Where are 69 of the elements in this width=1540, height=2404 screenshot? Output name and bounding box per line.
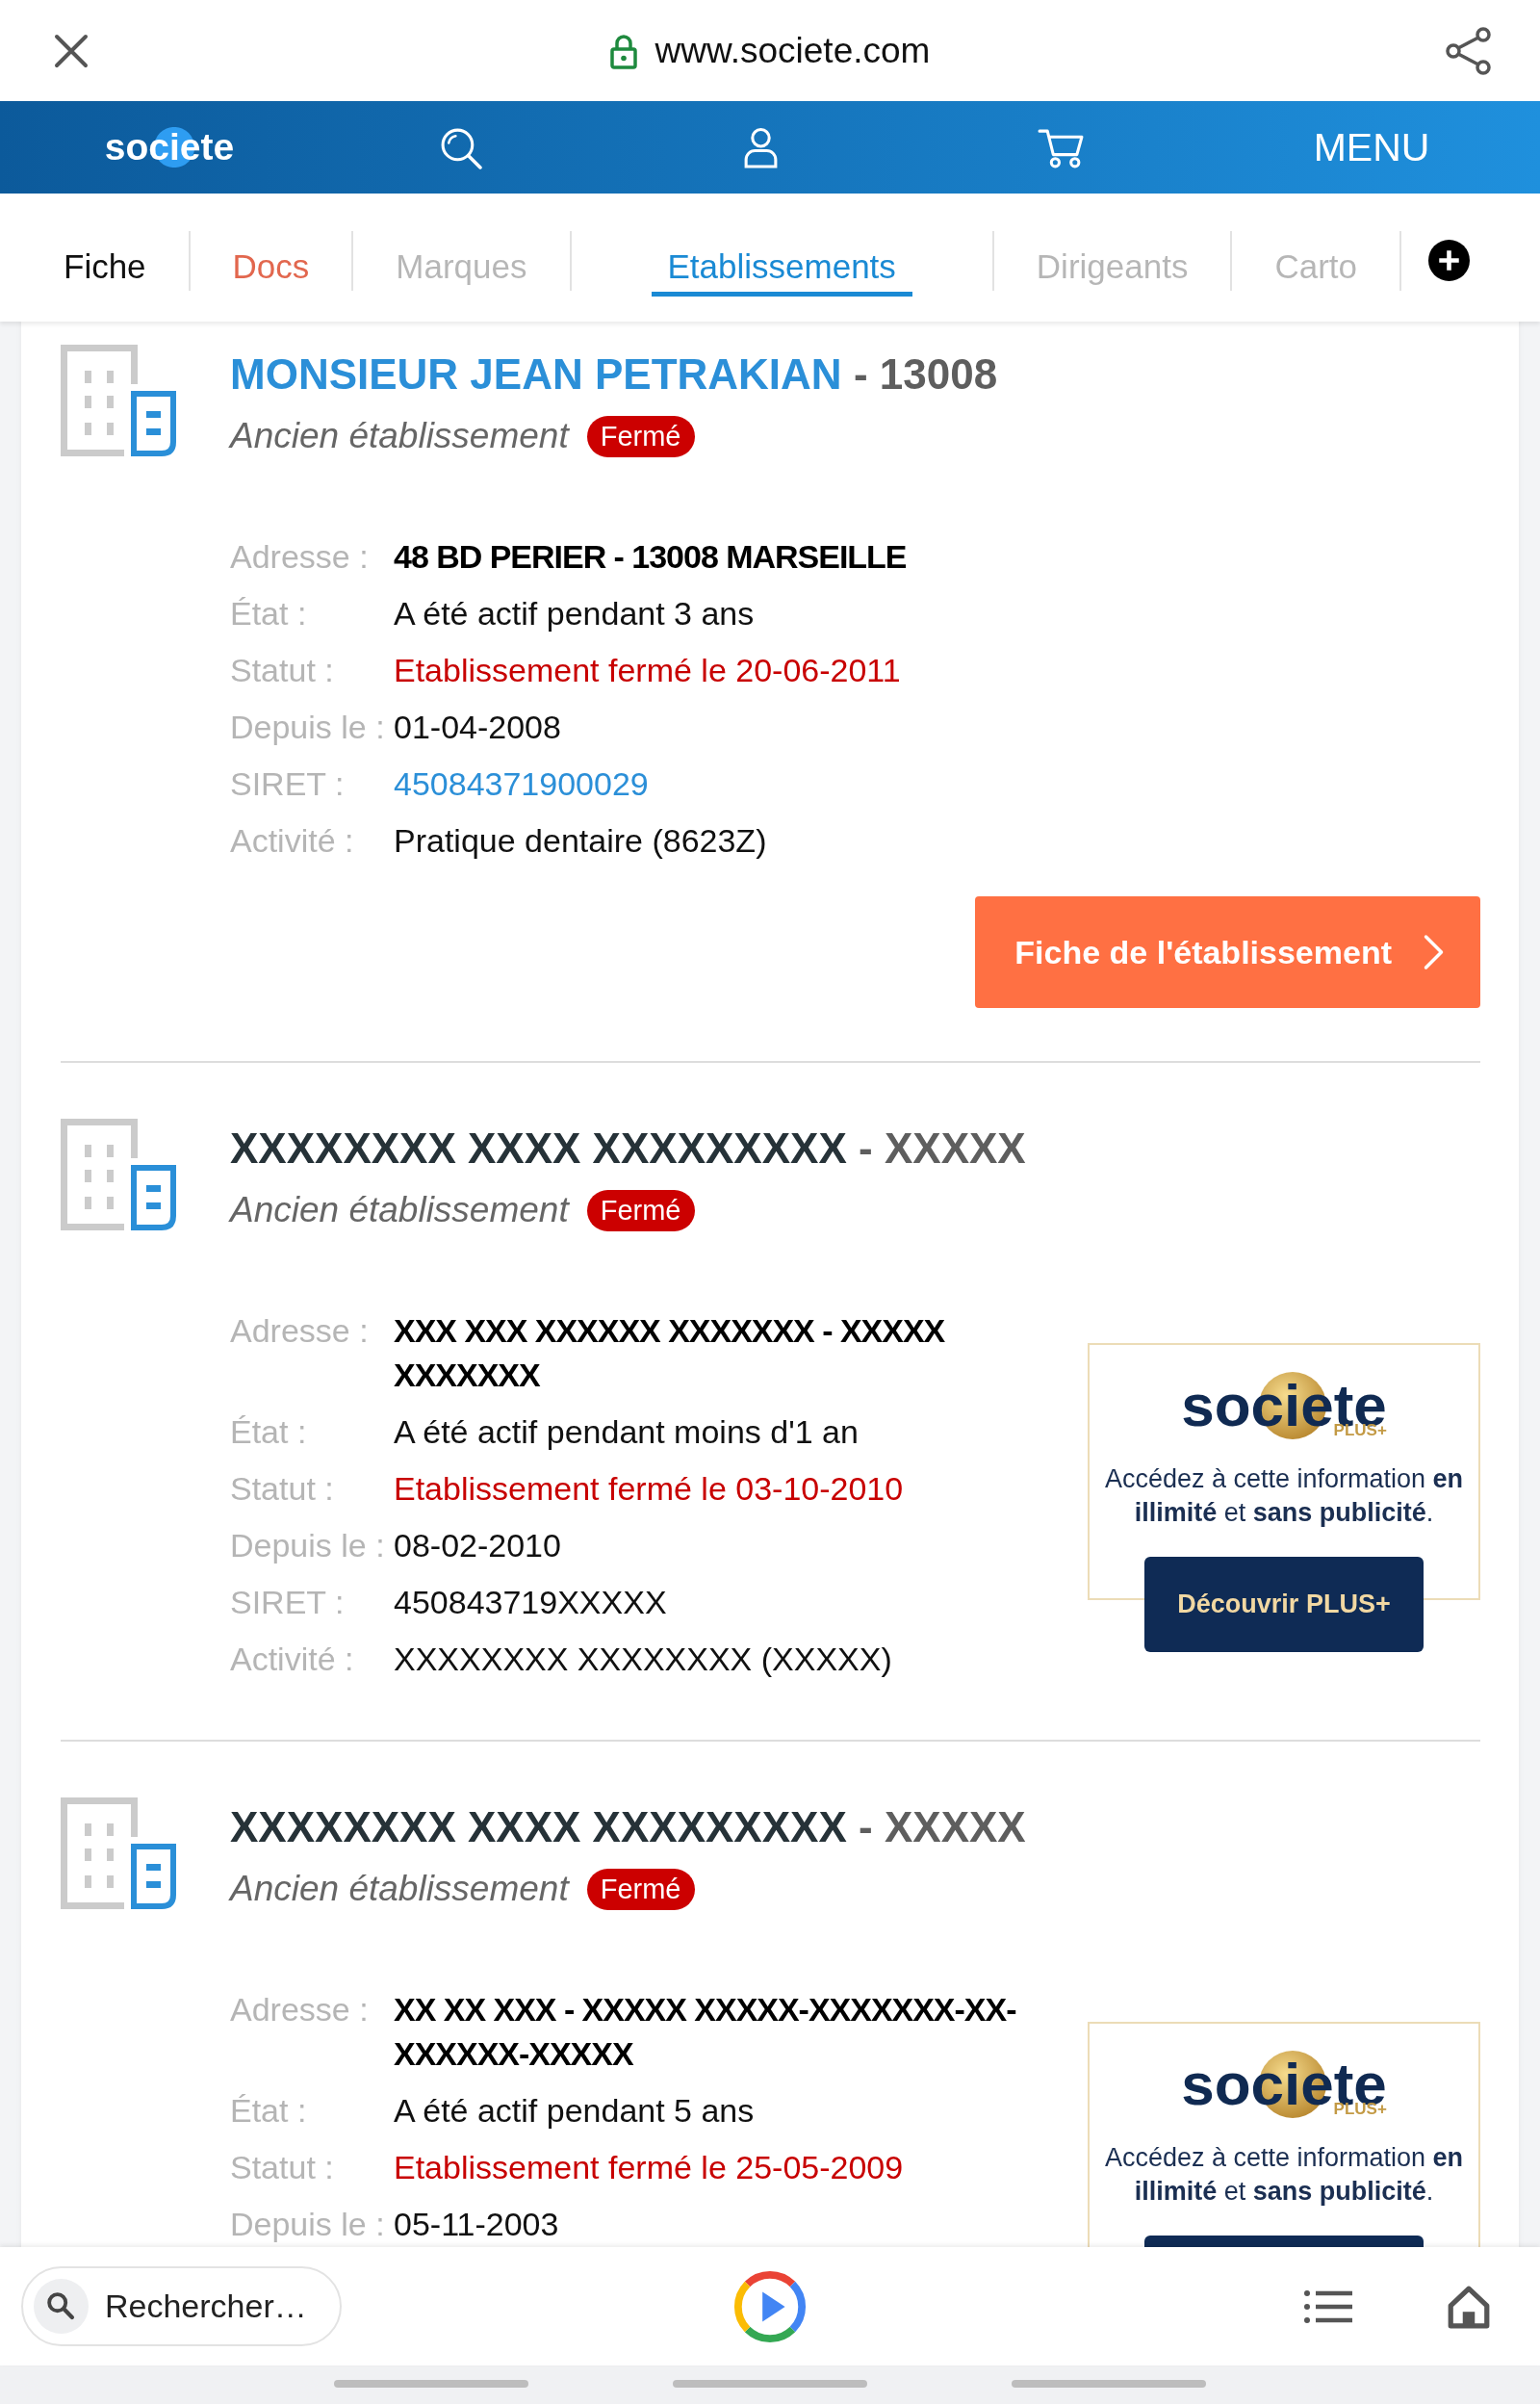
field-label: Activité : — [230, 1639, 355, 1679]
site-logo[interactable]: societe — [104, 125, 235, 169]
play-icon[interactable] — [732, 2268, 808, 2344]
establishment-sheet-button[interactable]: Fiche de l'établissement — [975, 896, 1480, 1008]
chevron-right-icon — [1422, 934, 1446, 970]
field-value: Etablissement fermé le 03-10-2010 — [394, 1468, 904, 1509]
status-badge: Fermé — [586, 1189, 695, 1231]
tab[interactable]: Docs — [190, 231, 352, 297]
search-field[interactable]: Rechercher… — [21, 2266, 342, 2346]
field-label: État : — [230, 593, 308, 633]
search-icon — [34, 2279, 89, 2334]
nav-handle[interactable] — [673, 2380, 867, 2388]
status-badge: Fermé — [586, 415, 695, 457]
postcode: - XXXXX — [859, 1124, 1026, 1174]
field-value: A été actif pendant 3 ans — [394, 593, 755, 633]
field-label: Depuis le : — [230, 2204, 386, 2244]
promo-text: Accédez à cette information en illimité et sans publicité. — [1103, 1463, 1465, 1529]
field-value: 05-11-2003 — [394, 2204, 559, 2244]
field-value: XX XX XXX - XXXXX XXXXX-XXXXXXX-XX-XXXXXX-XXXXX — [394, 1989, 1017, 2074]
field-label: Adresse : — [230, 536, 370, 577]
building-icon — [61, 345, 176, 457]
menu-button[interactable]: MENU — [1313, 125, 1430, 169]
tab[interactable]: Fiche — [21, 231, 189, 297]
close-icon[interactable] — [54, 33, 89, 68]
field-value: Pratique dentaire (8623Z) — [394, 820, 767, 861]
field-label: Depuis le : — [230, 1525, 386, 1565]
postcode: - XXXXX — [859, 1802, 1026, 1852]
list-icon[interactable] — [1304, 2288, 1352, 2324]
field-value: Etablissement fermé le 25-05-2009 — [394, 2147, 904, 2187]
subtitle: Ancien établissement — [230, 1189, 569, 1231]
establishment-name-link[interactable]: MONSIEUR JEAN PETRAKIAN — [230, 345, 842, 404]
tab[interactable]: Etablissements — [651, 231, 912, 297]
field-label: Depuis le : — [230, 707, 386, 747]
field-value: XXXXXXXX XXXXXXXX (XXXXX) — [394, 1639, 892, 1679]
field-value: A été actif pendant 5 ans — [394, 2090, 755, 2131]
plus-icon[interactable] — [1428, 240, 1470, 281]
share-icon[interactable] — [1446, 26, 1491, 75]
discover-plus-button[interactable]: Découvrir PLUS+ — [1144, 1557, 1424, 1652]
field-value: A été actif pendant moins d'1 an — [394, 1411, 859, 1452]
promo-text: Accédez à cette information en illimité et sans publicité. — [1103, 2142, 1465, 2208]
postcode: - 13008 — [853, 349, 998, 400]
field-value: 450843719XXXXX — [394, 1582, 667, 1622]
field-label: Adresse : — [230, 1989, 370, 2029]
establishment-name: XXXXXXXX XXXX XXXXXXXXX — [230, 1802, 847, 1852]
building-icon — [61, 1797, 176, 1910]
field-value: Etablissement fermé le 20-06-2011 — [394, 650, 901, 690]
field-value: 01-04-2008 — [394, 707, 561, 747]
building-icon — [61, 1119, 176, 1231]
field-value: 48 BD PERIER - 13008 MARSEILLE — [394, 536, 907, 577]
siret-link[interactable]: 45084371900029 — [394, 761, 649, 806]
field-label: Activité : — [230, 820, 355, 861]
nav-handle[interactable] — [1012, 2380, 1206, 2388]
field-label: Statut : — [230, 1468, 335, 1509]
field-value: XXX XXX XXXXXX XXXXXXX - XXXXX XXXXXXX — [394, 1310, 946, 1395]
status-badge: Fermé — [586, 1868, 695, 1910]
field-label: Statut : — [230, 650, 335, 690]
field-label: État : — [230, 1411, 308, 1452]
nav-handle[interactable] — [334, 2380, 528, 2388]
subtitle: Ancien établissement — [230, 1868, 569, 1910]
field-value: 08-02-2010 — [394, 1525, 561, 1565]
field-label: État : — [230, 2090, 308, 2131]
url-text: www.societe.com — [654, 29, 931, 72]
field-label: SIRET : — [230, 763, 346, 804]
subtitle: Ancien établissement — [230, 415, 569, 457]
establishment-name: XXXXXXXX XXXX XXXXXXXXX — [230, 1124, 847, 1174]
field-label: Adresse : — [230, 1310, 370, 1351]
lock-icon — [609, 32, 637, 69]
field-label: Statut : — [230, 2147, 335, 2187]
field-label: SIRET : — [230, 1582, 346, 1622]
